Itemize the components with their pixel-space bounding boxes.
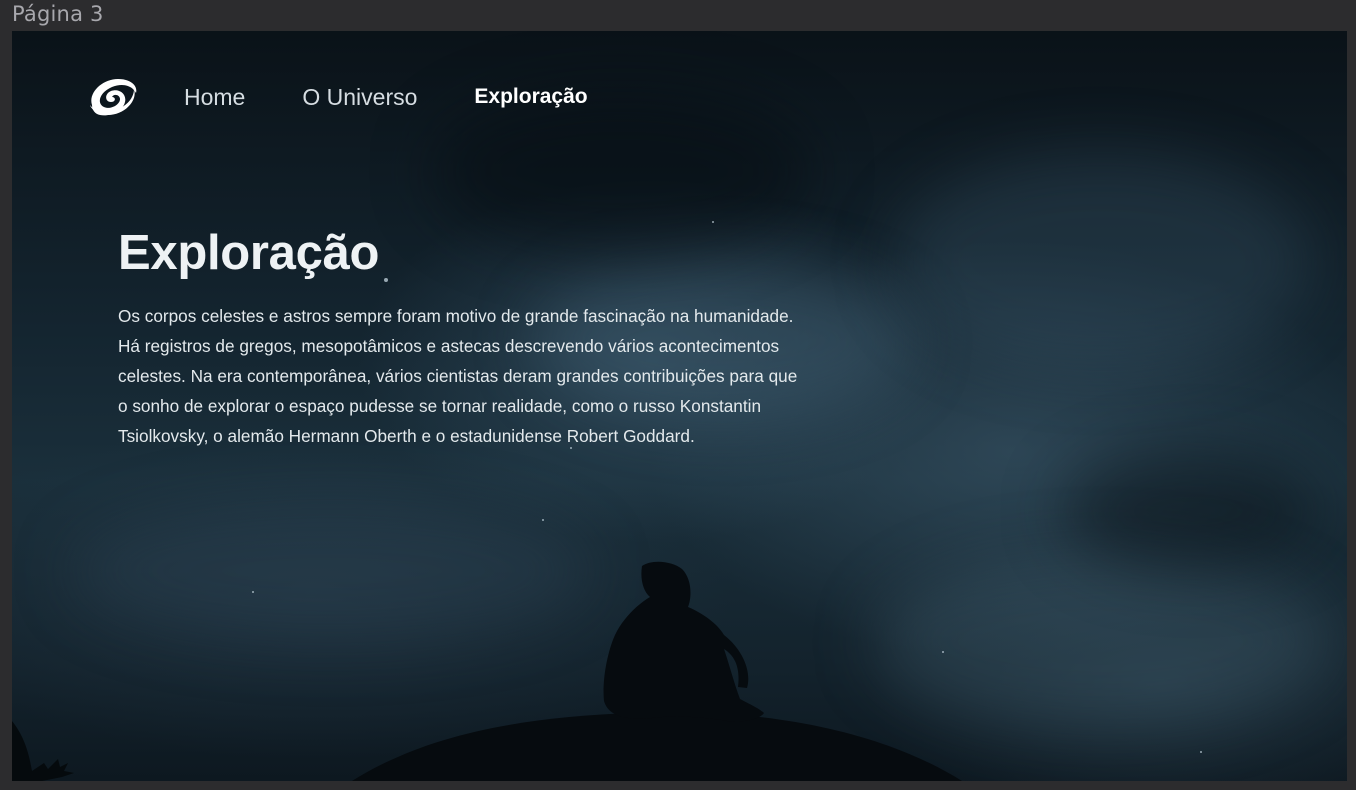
top-nav: Home O Universo Exploração [86, 75, 588, 119]
nav-link-exploracao[interactable]: Exploração [474, 85, 587, 109]
nav-link-o-universo[interactable]: O Universo [302, 84, 417, 111]
nav-link-home[interactable]: Home [184, 84, 245, 111]
page-artboard: Home O Universo Exploração Exploração Os… [12, 31, 1347, 781]
page-title: Exploração [118, 226, 380, 280]
hero-section: Exploração Os corpos celestes e astros s… [118, 223, 808, 451]
frame-label: Página 3 [12, 2, 104, 26]
hero-paragraph: Os corpos celestes e astros sempre foram… [118, 306, 798, 446]
spiral-galaxy-icon[interactable] [86, 75, 140, 119]
